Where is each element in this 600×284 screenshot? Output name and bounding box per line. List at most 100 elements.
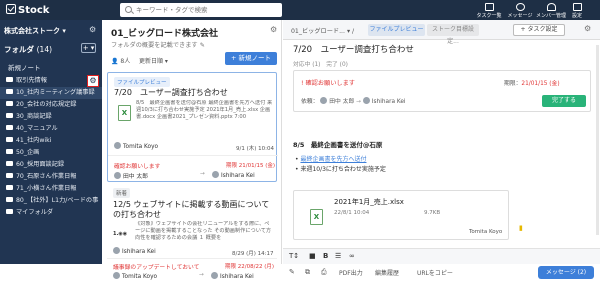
complete-task-button[interactable]: 完了する xyxy=(542,95,586,107)
sort-select[interactable]: 更新日順 ▾ xyxy=(139,56,168,65)
folder-label: マイフォルダ xyxy=(16,209,54,216)
link-icon[interactable]: ∞ xyxy=(349,252,355,260)
avatar xyxy=(113,272,120,279)
search-input[interactable] xyxy=(136,5,276,15)
folder-list: 取引先情報 ⚙ 10_社内ミーティング議事録 20_会社の対応規定録 30_商談記… xyxy=(0,75,102,219)
message-button[interactable]: メッセージ (2) xyxy=(538,266,594,279)
avatar xyxy=(211,272,218,279)
sort-label: 更新日順 xyxy=(139,58,164,65)
stock-logo-icon xyxy=(6,4,16,14)
attach-icon[interactable]: ⧉ xyxy=(305,268,310,277)
folder-item[interactable]: 40_マニュアル xyxy=(0,123,102,135)
bookmark-icon[interactable]: ▮ xyxy=(519,224,523,232)
author-name: Ishihara Kei xyxy=(122,249,156,255)
folder-item[interactable]: 10_社内ミーティング議事録 xyxy=(0,87,102,99)
detail-tab-bar: 01_ビッグロード... ▾ / ファイルプレビュー ストーク目標設定... +… xyxy=(283,20,600,45)
tab-file-preview[interactable]: ファイルプレビュー xyxy=(368,24,425,36)
folders-label: フォルダ xyxy=(4,45,34,54)
requester-name: Tomita Koyo xyxy=(122,274,158,280)
new-note-button[interactable]: + 新規ノート xyxy=(225,52,277,65)
folder-icon xyxy=(6,113,13,118)
list-icon[interactable]: ☰ xyxy=(335,252,341,260)
new-note-link[interactable]: 新規ノート xyxy=(8,62,41,72)
note-card[interactable]: ファイルプレビュー 7/20 ユーザー調査打ち合わせ X 8/5 最終企画書を送… xyxy=(107,72,278,182)
task-status-tabs[interactable]: 対応中 (1) 完了 (0) xyxy=(293,59,348,68)
section-heading: 8/5 最終企画書を送付@石原 xyxy=(293,141,383,149)
note-gear-icon[interactable]: ⚙ xyxy=(584,24,591,33)
folder-item[interactable]: 70_石原さん作業日報 xyxy=(0,171,102,183)
add-task-button[interactable]: + タスク設定 xyxy=(513,24,565,36)
list-item: • 最終企画書を先方へ送付 xyxy=(295,156,367,163)
folder-label: 30_商談記録 xyxy=(16,113,52,120)
folder-gear-icon[interactable]: ⚙ xyxy=(270,25,277,34)
folder-description[interactable]: フォルダの概要を記載できます ✎ xyxy=(111,40,205,49)
folder-item[interactable]: 60_採用面談記録 xyxy=(0,159,102,171)
nav-messages[interactable]: メッセージ xyxy=(505,0,535,20)
member-count[interactable]: 👤 8人 xyxy=(111,56,130,65)
arrow-icon: → xyxy=(199,272,204,278)
tab-other[interactable]: ストーク目標設定... xyxy=(427,24,479,45)
arrow-icon: → xyxy=(356,99,361,105)
note-snippet: 《対象》ウェブサイトの会社リニューアルをする際に、ページに動画を掲載することなっ… xyxy=(135,221,272,241)
folder-item[interactable]: 71_小横さん作業日報 xyxy=(0,183,102,195)
folder-item[interactable]: マイフォルダ xyxy=(0,207,102,219)
list-item-link[interactable]: 最終企画書を先方へ送付 xyxy=(300,156,366,163)
note-title: 7/20 ユーザー調査打ち合わせ xyxy=(114,88,228,97)
pdf-export-link[interactable]: PDF出力 xyxy=(339,268,363,277)
note-card[interactable]: 新着 12/5 ウェブサイトに掲載する動画についての打ち合わせ 1.◉◉ 《対象… xyxy=(107,188,277,284)
folder-icon xyxy=(6,209,13,214)
folder-item[interactable]: 20_会社の対応規定録 xyxy=(0,99,102,111)
folder-label: 41_社内wiki xyxy=(16,137,52,144)
note-author: Tomita Koyo xyxy=(114,142,158,150)
scrollbar[interactable] xyxy=(596,45,599,235)
nav-tasks[interactable]: タスク一覧 xyxy=(474,0,504,20)
note-date: 8/29 (月) 14:17 xyxy=(232,251,274,257)
avatar xyxy=(320,97,328,104)
org-switcher[interactable]: 株式会社ストーク ▾ xyxy=(4,26,66,36)
task-box: ! 確認お願いします 期限：21/01/15 (金) 依頼： 田中 太郎 → I… xyxy=(293,70,591,112)
folder-icon xyxy=(6,77,13,82)
folder-item[interactable]: 80_【社外】L1力/ペードの事 xyxy=(0,195,102,207)
color-icon[interactable]: ■ xyxy=(309,252,316,260)
chat-icon xyxy=(515,3,525,11)
edit-history-link[interactable]: 編集履歴 xyxy=(375,268,399,277)
requester-name: 田中 太郎 xyxy=(123,174,149,180)
avatar xyxy=(114,172,121,179)
folder-title: 01_ビッグロード株式会社 xyxy=(111,29,219,39)
add-folder-button[interactable]: + ▾ xyxy=(81,43,96,53)
note-detail-panel: 01_ビッグロード... ▾ / ファイルプレビュー ストーク目標設定... +… xyxy=(283,20,600,279)
folder-label: 50_企画 xyxy=(16,149,40,156)
print-icon[interactable]: ⎙ xyxy=(321,268,327,277)
app-logo[interactable]: Stock xyxy=(6,4,49,16)
folder-item[interactable]: 41_社内wiki xyxy=(0,135,102,147)
task-request: 依頼： 田中 太郎 → Ishihara Kei xyxy=(301,96,406,105)
text-format-icon[interactable]: T↕ xyxy=(289,252,299,260)
sidebar: 株式会社ストーク ▾ ⚙ フォルダ (14) + ▾ 新規ノート 取引先情報 ⚙ … xyxy=(0,20,102,264)
folder-icon xyxy=(6,161,13,166)
folder-item[interactable]: 50_企画 xyxy=(0,147,102,159)
file-preview-badge: ファイルプレビュー xyxy=(114,77,170,87)
gear-icon xyxy=(572,3,582,11)
search-box[interactable] xyxy=(120,3,282,17)
breadcrumb[interactable]: 01_ビッグロード... ▾ / xyxy=(291,26,354,35)
bold-icon[interactable]: B xyxy=(323,252,328,260)
avatar xyxy=(113,247,120,254)
edit-icon[interactable]: ✎ xyxy=(289,268,295,276)
folder-settings-icon[interactable]: ⚙ xyxy=(87,75,99,87)
folder-item[interactable]: 取引先情報 ⚙ xyxy=(0,75,102,87)
folder-item[interactable]: 30_商談記録 xyxy=(0,111,102,123)
org-settings-icon[interactable]: ⚙ xyxy=(89,25,96,34)
attachment-size: 9.7KB xyxy=(424,210,441,216)
task-due-label: 期限： xyxy=(504,81,522,87)
assignee-name: Ishihara Kei xyxy=(371,99,406,105)
folders-header: フォルダ (14) xyxy=(4,44,52,55)
folder-icon xyxy=(6,101,13,106)
folder-icon xyxy=(6,185,13,190)
nav-settings[interactable]: 設定 xyxy=(568,0,586,20)
folder-label: 80_【社外】L1力/ペードの事 xyxy=(16,197,99,204)
folder-icon xyxy=(6,149,13,154)
nav-members[interactable]: メンバー管理 xyxy=(536,0,566,20)
copy-url-link[interactable]: URLをコピー xyxy=(417,268,453,277)
nav-tasks-label: タスク一覧 xyxy=(476,13,502,19)
attachment-card[interactable]: X 2021年1月_売上.xlsx 22/8/1 10:04 9.7KB Tom… xyxy=(293,190,509,240)
